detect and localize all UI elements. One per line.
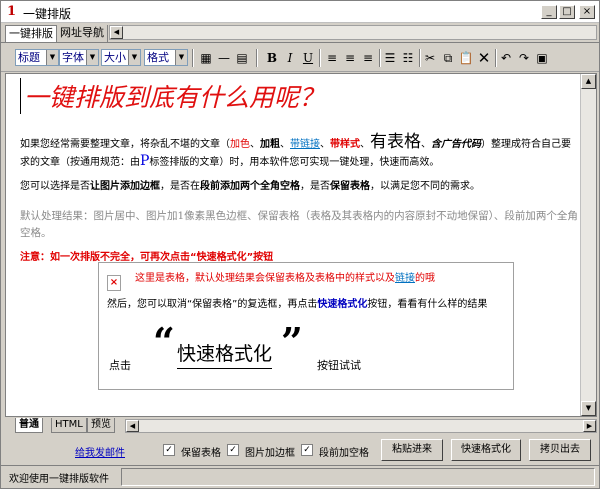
note-text: 注意：如一次排版不完全，可再次点击“快速格式化”按钮 bbox=[20, 252, 274, 263]
size-select[interactable]: 大小 ▼ bbox=[101, 49, 141, 66]
undo-icon[interactable]: ↶ bbox=[497, 49, 515, 67]
hr-icon[interactable]: — bbox=[215, 49, 233, 67]
title-bar: 1 一键排版 _ □ × bbox=[1, 1, 599, 23]
status-panel bbox=[121, 468, 595, 486]
bold-icon[interactable]: B bbox=[263, 49, 281, 67]
table-icon[interactable]: ▤ bbox=[233, 49, 251, 67]
align-left-icon[interactable]: ≡ bbox=[323, 49, 341, 67]
tab-preview[interactable]: 预览 bbox=[87, 418, 115, 433]
table-instructions: 然后，您可以取消“保留表格”的复选框，再点击快速格式化按钮，看看有什么样的结果 bbox=[107, 299, 488, 310]
delete-icon[interactable]: ✕ bbox=[475, 49, 493, 67]
properties-icon[interactable]: ▣ bbox=[533, 49, 551, 67]
redo-icon[interactable]: ↷ bbox=[515, 49, 533, 67]
align-center-icon[interactable]: ≡ bbox=[341, 49, 359, 67]
bottom-horizontal-scrollbar[interactable]: ◀ ▶ bbox=[125, 419, 597, 433]
minimize-button[interactable]: _ bbox=[541, 5, 557, 19]
table-link[interactable]: 链接 bbox=[395, 273, 415, 284]
image-border-checkbox[interactable]: ✓ bbox=[227, 444, 239, 456]
top-horizontal-scrollbar[interactable]: ◀ bbox=[109, 25, 597, 40]
broken-image-icon: × bbox=[107, 275, 121, 291]
status-text: 欢迎使用一键排版软件 bbox=[9, 474, 109, 485]
action-bar: 给我发邮件 ✓ 保留表格 ✓ 图片加边框 ✓ 段前加空格 粘贴进来 快速格式化 … bbox=[1, 435, 599, 465]
ordered-list-icon[interactable]: ☰ bbox=[381, 49, 399, 67]
underline-icon[interactable]: U bbox=[299, 49, 317, 67]
chevron-down-icon: ▼ bbox=[175, 50, 187, 65]
document-title: 一键排版到底有什么用呢？ bbox=[20, 78, 324, 114]
paragraph-default-result: 默认处理结果：图片居中、图片加1像素黑色边框、保留表格（表格及其表格内的内容原封… bbox=[20, 210, 578, 239]
scroll-left-icon[interactable]: ◀ bbox=[126, 420, 139, 432]
status-bar: 欢迎使用一键排版软件 bbox=[1, 465, 599, 488]
click-prompt: 点击 “ 快速格式化 ” 按钮试试 bbox=[109, 319, 361, 372]
editor-vertical-scrollbar[interactable]: ▲ ▼ bbox=[580, 74, 596, 416]
tab-url-navigation[interactable]: 网址导航 bbox=[57, 25, 108, 42]
sample-link[interactable]: 带链接 bbox=[290, 139, 320, 150]
paragraph-options: 您可以选择是否让图片添加边框，是否在段前添加两个全角空格，是否保留表格，以满足您… bbox=[20, 181, 480, 192]
scroll-right-icon[interactable]: ▶ bbox=[583, 420, 596, 432]
toolbar-separator bbox=[256, 49, 258, 67]
paste-in-button[interactable]: 粘贴进来 bbox=[381, 439, 443, 461]
quick-format-button[interactable]: 快速格式化 bbox=[451, 439, 521, 461]
maximize-button[interactable]: □ bbox=[559, 5, 575, 19]
image-border-label: 图片加边框 bbox=[245, 448, 295, 459]
paragraph-intro: 如果您经常需要整理文章，将杂乱不堪的文章（加色、加粗、带链接、带样式、有表格、含… bbox=[20, 132, 571, 170]
copy-icon[interactable]: ⧉ bbox=[439, 49, 457, 67]
editor-area[interactable]: 一键排版到底有什么用呢？ 如果您经常需要整理文章，将杂乱不堪的文章（加色、加粗、… bbox=[5, 73, 597, 417]
image-icon[interactable]: ▦ bbox=[197, 49, 215, 67]
font-select[interactable]: 字体 ▼ bbox=[59, 49, 99, 66]
indent-checkbox[interactable]: ✓ bbox=[301, 444, 313, 456]
close-button[interactable]: × bbox=[579, 5, 595, 19]
format-toolbar: 标题 ▼ 字体 ▼ 大小 ▼ 格式 ▼ ▦ — ▤ B I U ≡ ≡ ≡ ☰ ☷ ✂ … bbox=[1, 44, 599, 72]
heading-select[interactable]: 标题 ▼ bbox=[15, 49, 59, 66]
format-select[interactable]: 格式 ▼ bbox=[144, 49, 188, 66]
chevron-down-icon: ▼ bbox=[128, 50, 140, 65]
app-window: 1 一键排版 _ □ × 一键排版 网址导航 ◀ 标题 ▼ 字体 ▼ 大小 ▼ 格式 ▼… bbox=[0, 0, 600, 489]
tab-html[interactable]: HTML bbox=[51, 418, 87, 433]
scroll-up-icon[interactable]: ▲ bbox=[581, 74, 596, 89]
chevron-down-icon: ▼ bbox=[46, 50, 58, 65]
italic-icon[interactable]: I bbox=[281, 49, 299, 67]
paste-icon[interactable]: 📋 bbox=[457, 49, 475, 67]
align-right-icon[interactable]: ≡ bbox=[359, 49, 377, 67]
unordered-list-icon[interactable]: ☷ bbox=[399, 49, 417, 67]
cut-icon[interactable]: ✂ bbox=[421, 49, 439, 67]
copy-out-button[interactable]: 拷贝出去 bbox=[529, 439, 591, 461]
chevron-down-icon: ▼ bbox=[86, 50, 98, 65]
tab-normal[interactable]: 普通 bbox=[15, 418, 43, 433]
keep-table-checkbox[interactable]: ✓ bbox=[163, 444, 175, 456]
quick-format-sample: 快速格式化 bbox=[177, 339, 273, 369]
indent-label: 段前加空格 bbox=[319, 448, 369, 459]
scroll-left-icon[interactable]: ◀ bbox=[110, 26, 123, 39]
keep-table-label: 保留表格 bbox=[181, 448, 221, 459]
email-me-link[interactable]: 给我发邮件 bbox=[75, 444, 125, 459]
scroll-down-icon[interactable]: ▼ bbox=[581, 401, 596, 416]
tab-one-key-format[interactable]: 一键排版 bbox=[5, 25, 57, 42]
embedded-table: × 这里是表格，默认处理结果会保留表格及表格中的样式以及链接的哦 然后，您可以取… bbox=[98, 262, 514, 390]
toolbar-separator bbox=[192, 49, 194, 67]
toolbar-separator bbox=[319, 49, 321, 67]
app-logo-icon: 1 bbox=[7, 4, 17, 19]
window-title: 一键排版 bbox=[23, 7, 72, 21]
table-note: 这里是表格，默认处理结果会保留表格及表格中的样式以及链接的哦 bbox=[135, 273, 435, 284]
